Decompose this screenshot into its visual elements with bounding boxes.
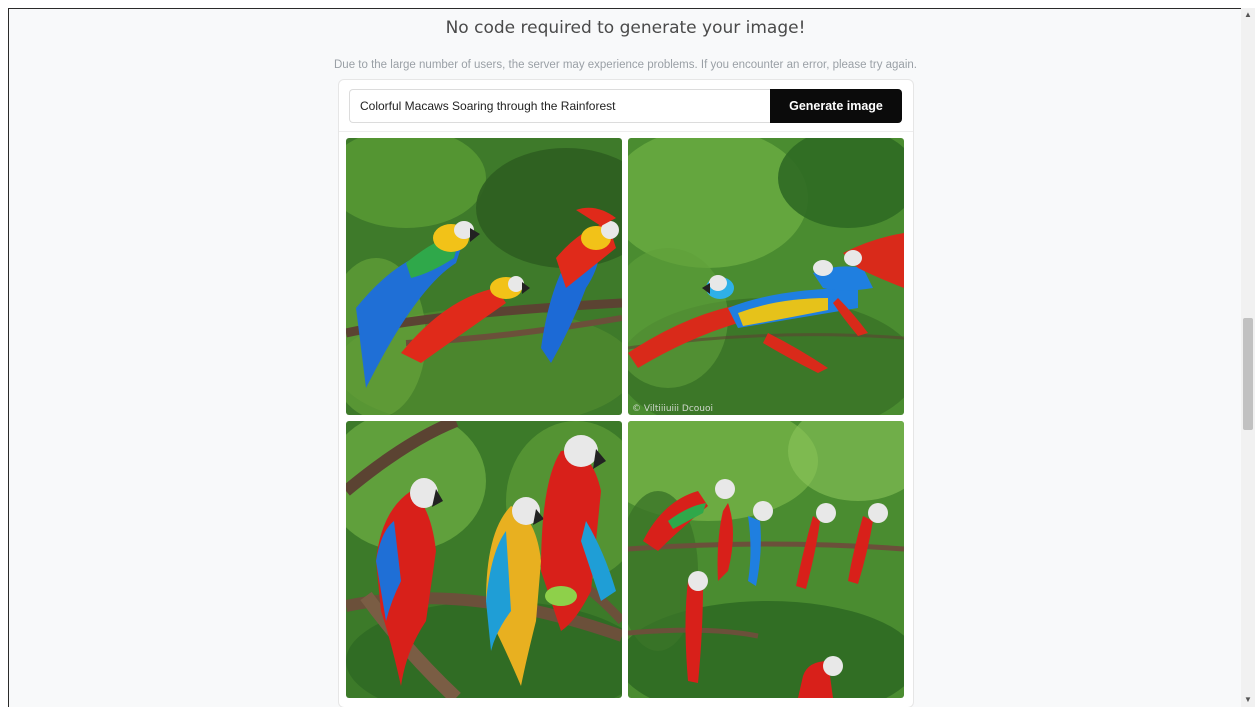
generated-image-2[interactable]: © Viltiiiuiii Dcouoi — [628, 138, 904, 415]
scroll-down-icon[interactable]: ▼ — [1241, 693, 1255, 707]
page: No code required to generate your image!… — [8, 8, 1241, 707]
page-title: No code required to generate your image! — [445, 18, 806, 38]
scroll-thumb[interactable] — [1243, 318, 1253, 430]
image-grid: © Viltiiiuiii Dcouoi — [346, 138, 907, 702]
generated-image-4[interactable] — [628, 421, 904, 698]
macaw-image-1 — [346, 138, 622, 415]
prompt-input[interactable] — [349, 89, 771, 123]
macaw-image-3 — [346, 421, 622, 698]
generate-image-button[interactable]: Generate image — [770, 89, 902, 123]
divider — [339, 131, 913, 132]
generator-card: Generate image — [338, 79, 914, 707]
scroll-up-icon[interactable]: ▲ — [1241, 8, 1255, 22]
image-watermark: © Viltiiiuiii Dcouoi — [632, 404, 713, 414]
macaw-image-2: © Viltiiiuiii Dcouoi — [628, 138, 904, 415]
generated-image-3[interactable] — [346, 421, 622, 698]
server-notice: Due to the large number of users, the se… — [334, 59, 917, 71]
macaw-image-4 — [628, 421, 904, 698]
page-scrollbar[interactable]: ▲ ▼ — [1241, 8, 1255, 707]
generated-image-1[interactable] — [346, 138, 622, 415]
